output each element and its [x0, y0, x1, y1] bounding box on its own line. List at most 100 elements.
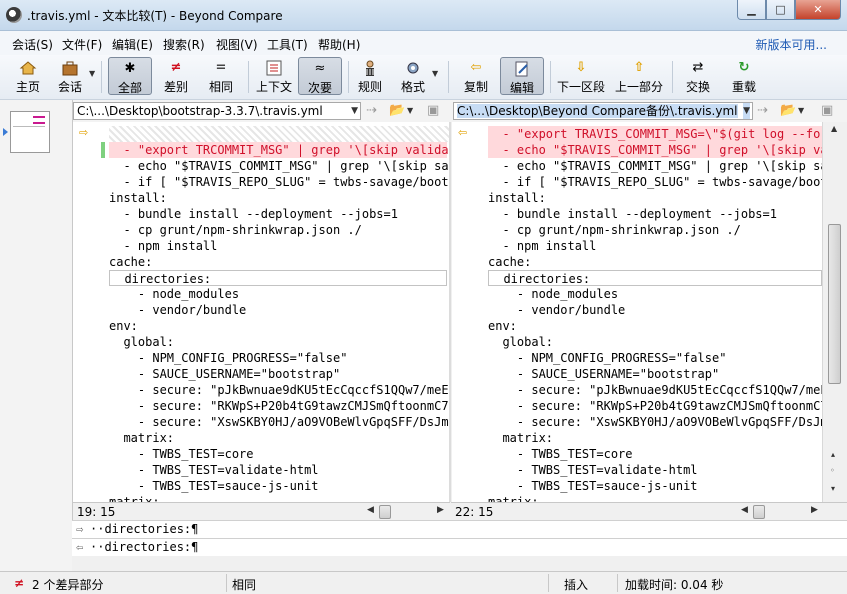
- toolbar-separator: [101, 61, 102, 93]
- menu-edit[interactable]: 编辑(E): [112, 36, 153, 53]
- context-button[interactable]: 上下文: [254, 57, 294, 95]
- menu-file[interactable]: 文件(F): [62, 36, 102, 53]
- code-line: - secure: "RKWpS+P20b4tG9tawzCMJSmQftoon…: [109, 399, 449, 413]
- code-line: - vendor/bundle: [488, 303, 626, 317]
- refresh-icon[interactable]: ⇢: [366, 103, 377, 118]
- left-horizontal-scrollbar[interactable]: ◀ ▶: [365, 505, 449, 519]
- scroll-right-icon[interactable]: ▶: [811, 505, 818, 515]
- next-section-button[interactable]: ⇩ 下一区段: [555, 57, 607, 95]
- folder-open-icon[interactable]: 📂: [389, 103, 405, 118]
- same-button[interactable]: = 相同: [202, 57, 240, 95]
- menu-view[interactable]: 视图(V): [216, 36, 258, 53]
- folder-dropdown-icon[interactable]: ▼: [798, 106, 804, 115]
- menu-session[interactable]: 会话(S): [12, 36, 53, 53]
- code-line: - "export TRCOMMIT_MSG" | grep '\[skip v…: [109, 142, 449, 158]
- save-icon[interactable]: ▣: [821, 103, 833, 118]
- toolbar-separator: [672, 61, 673, 93]
- session-dropdown-icon[interactable]: ▼: [89, 69, 95, 78]
- code-line: - echo "$TRAVIS_COMMIT_MSG" | grep '\[sk…: [488, 142, 822, 158]
- close-button[interactable]: ✕: [795, 0, 841, 20]
- code-line: matrix:: [488, 495, 539, 502]
- left-text-pane[interactable]: ⇨ - "export TRCOMMIT_MSG" | grep '\[skip…: [73, 122, 449, 502]
- code-line: matrix:: [109, 431, 175, 445]
- scrollbar-thumb[interactable]: [828, 224, 841, 384]
- swap-icon: ⇄: [692, 60, 704, 75]
- not-equal-icon: ≠: [170, 60, 182, 75]
- reload-icon: ↻: [738, 60, 750, 75]
- maximize-button[interactable]: □: [766, 0, 795, 20]
- refresh-icon[interactable]: ⇢: [757, 103, 768, 118]
- edit-button[interactable]: 编辑: [500, 57, 544, 95]
- left-path-input[interactable]: C:\...\Desktop\bootstrap-3.3.7\.travis.y…: [73, 102, 361, 120]
- code-line: - secure: "pJkBwnuae9dKU5tEcCqccfS1QQw7/…: [109, 383, 449, 397]
- code-line: - echo "$TRAVIS_COMMIT_MSG" | grep '\[sk…: [488, 159, 822, 173]
- right-position-bar: 22: 15 ◀ ▶: [451, 502, 847, 521]
- scroll-left-icon[interactable]: ◀: [367, 505, 374, 515]
- arrow-right-icon: ⇨: [79, 126, 89, 139]
- toolbar-separator: [348, 61, 349, 93]
- reload-button[interactable]: ↻ 重载: [726, 57, 762, 95]
- swap-button[interactable]: ⇄ 交换: [680, 57, 716, 95]
- scrollbar-thumb[interactable]: [753, 505, 765, 519]
- right-text-pane[interactable]: ⇦ - "export TRAVIS_COMMIT_MSG=\"$(git lo…: [452, 122, 822, 502]
- scrollbar-thumb[interactable]: [379, 505, 391, 519]
- not-equal-icon: ≠: [14, 576, 25, 590]
- rules-button[interactable]: 规则: [352, 57, 388, 95]
- arrow-up-icon: ⇧: [633, 60, 645, 75]
- scroll-down-icon[interactable]: ▾: [831, 484, 835, 493]
- right-path-input[interactable]: C:\...\Desktop\Beyond Compare备份\.travis.…: [453, 102, 753, 120]
- pane-divider[interactable]: [449, 122, 451, 502]
- overview-strip[interactable]: [0, 100, 73, 536]
- code-line: - SAUCE_USERNAME="bootstrap": [488, 367, 720, 381]
- code-line: - node_modules: [109, 287, 240, 301]
- code-line: matrix:: [488, 431, 554, 445]
- home-button[interactable]: 主页: [10, 57, 46, 95]
- save-icon[interactable]: ▣: [427, 103, 439, 118]
- scroll-up-icon[interactable]: ▲: [831, 124, 837, 133]
- chevron-down-icon[interactable]: ▼: [351, 103, 358, 119]
- code-line: - npm install: [109, 239, 218, 253]
- code-line: env:: [109, 319, 138, 333]
- scroll-up-icon[interactable]: ▴: [831, 450, 835, 459]
- folder-dropdown-icon[interactable]: ▼: [407, 106, 413, 115]
- code-line: cache:: [109, 255, 153, 269]
- copy-button[interactable]: ⇦ 复制: [458, 57, 494, 95]
- scroll-left-icon[interactable]: ◀: [741, 505, 748, 515]
- arrow-down-icon: ⇩: [575, 60, 587, 75]
- menu-search[interactable]: 搜索(R): [163, 36, 205, 53]
- scroll-mid-icon[interactable]: ◦: [830, 466, 835, 475]
- format-button[interactable]: 格式: [395, 57, 431, 95]
- menu-help[interactable]: 帮助(H): [318, 36, 360, 53]
- toolbar-separator: [550, 61, 551, 93]
- code-line: - echo "$TRAVIS_COMMIT_MSG" | grep '\[sk…: [109, 159, 449, 173]
- code-line: - secure: "XswSKBY0HJ/aO9VOBeWlvGpqSFF/D…: [488, 415, 822, 429]
- prev-section-button[interactable]: ⇧ 上一部分: [613, 57, 665, 95]
- toolbar-separator: [448, 61, 449, 93]
- scroll-right-icon[interactable]: ▶: [437, 505, 444, 515]
- minor-button[interactable]: ≈ 次要: [298, 57, 342, 95]
- overview-thumbnail[interactable]: [10, 111, 50, 153]
- arrow-right-icon: ⇨: [76, 522, 84, 536]
- code-line: directories:: [488, 270, 822, 286]
- format-dropdown-icon[interactable]: ▼: [432, 69, 438, 78]
- diffs-button[interactable]: ≠ 差别: [156, 57, 196, 95]
- menu-tools[interactable]: 工具(T): [267, 36, 308, 53]
- folder-open-icon[interactable]: 📂: [780, 103, 796, 118]
- right-horizontal-scrollbar[interactable]: ◀ ▶: [739, 505, 823, 519]
- app-icon: [6, 7, 22, 23]
- all-button[interactable]: ✱ 全部: [108, 57, 152, 95]
- menu-bar: 会话(S) 文件(F) 编辑(E) 搜索(R) 视图(V) 工具(T) 帮助(H…: [0, 31, 847, 55]
- code-line: - NPM_CONFIG_PROGRESS="false": [488, 351, 727, 365]
- status-bar: ≠ 2 个差异部分 相同 插入 加载时间: 0.04 秒: [0, 571, 847, 594]
- session-button[interactable]: 会话: [52, 57, 88, 95]
- minimize-button[interactable]: ▁: [737, 0, 766, 20]
- new-version-link[interactable]: 新版本可用...: [756, 36, 827, 53]
- gear-icon: [404, 59, 422, 77]
- chevron-down-icon[interactable]: ▼: [743, 103, 750, 119]
- arrow-left-icon: ⇦: [470, 60, 482, 75]
- equal-icon: =: [215, 60, 227, 75]
- code-line: - TWBS_TEST=sauce-js-unit: [488, 479, 698, 493]
- left-cursor-position: 19: 15: [77, 505, 116, 519]
- right-vertical-scrollbar[interactable]: ▲ ▴ ◦ ▾: [822, 122, 847, 502]
- code-line: - TWBS_TEST=core: [109, 447, 254, 461]
